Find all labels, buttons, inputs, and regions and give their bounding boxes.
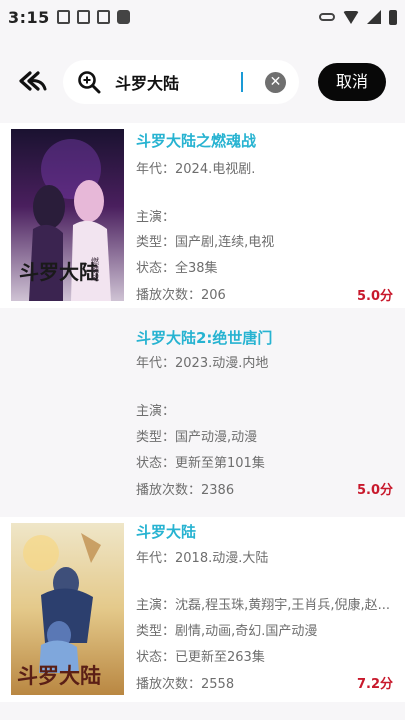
app-notification-icon (76, 10, 90, 24)
battery-icon (389, 9, 397, 25)
poster-title-text: 斗罗大陆 (19, 260, 99, 284)
result-genre: 类型：国产剧,连续,电视 (136, 235, 275, 250)
result-score: 5.0分 (356, 289, 393, 304)
result-cast: 主演： (136, 210, 176, 225)
result-status: 状态：全38集 (136, 261, 218, 276)
result-year: 年代：2018.动漫.大陆 (136, 551, 269, 566)
result-score: 5.0分 (356, 483, 393, 498)
notification-icon (56, 10, 70, 24)
result-title[interactable]: 斗罗大陆之燃魂战 (136, 130, 256, 151)
result-title[interactable]: 斗罗大陆2:绝世唐门 (136, 327, 272, 348)
keyboard-icon (96, 10, 110, 24)
signal-icon (367, 10, 381, 24)
result-cast: 主演：沈磊,程玉珠,黄翔宇,王肖兵,倪康,赵... (136, 598, 391, 613)
bag-icon (116, 10, 130, 24)
search-input[interactable] (115, 68, 255, 96)
result-genre: 类型：剧情,动画,奇幻.国产动漫 (136, 624, 318, 639)
result-item[interactable]: 斗罗大陆 燃魂战 斗罗大陆之燃魂战 年代：2024.电视剧. 主演： 类型：国产… (0, 118, 405, 315)
result-year: 年代：2024.电视剧. (136, 162, 256, 177)
result-item[interactable]: 斗罗大陆2:绝世唐门 年代：2023.动漫.内地 主演： 类型：国产动漫,动漫 … (0, 315, 405, 512)
status-bar: 3:15 (0, 0, 405, 34)
result-status: 状态：已更新至263集 (136, 650, 265, 665)
result-status: 状态：更新至第101集 (136, 456, 265, 471)
result-cast: 主演： (136, 404, 176, 419)
text-cursor (241, 72, 243, 92)
clear-icon[interactable]: ✕ (265, 72, 286, 93)
status-time: 3:15 (8, 7, 50, 27)
result-genre: 类型：国产动漫,动漫 (136, 430, 258, 445)
poster-image: 斗罗大陆 燃魂战 (11, 129, 124, 301)
link-icon (319, 13, 335, 21)
search-icon (78, 71, 101, 94)
wifi-icon (343, 10, 359, 24)
search-box[interactable]: ✕ (63, 60, 299, 104)
result-score: 7.2分 (356, 677, 393, 692)
result-year: 年代：2023.动漫.内地 (136, 356, 269, 371)
result-title[interactable]: 斗罗大陆 (136, 521, 196, 542)
cancel-button[interactable]: 取消 (318, 63, 386, 101)
result-list: 斗罗大陆 燃魂战 斗罗大陆之燃魂战 年代：2024.电视剧. 主演： 类型：国产… (0, 118, 405, 709)
poster-subtitle-text: 燃魂战 (91, 256, 100, 282)
back-arrow-icon[interactable] (16, 67, 50, 95)
status-right (319, 9, 397, 25)
status-left: 3:15 (8, 8, 130, 27)
poster-title-text: 斗罗大陆 (17, 663, 101, 688)
result-item[interactable]: 斗罗大陆 斗罗大陆 年代：2018.动漫.大陆 主演：沈磊,程玉珠,黄翔宇,王肖… (0, 512, 405, 709)
search-header: ✕ 取消 (0, 57, 405, 107)
poster-image: 斗罗大陆 (11, 523, 124, 695)
